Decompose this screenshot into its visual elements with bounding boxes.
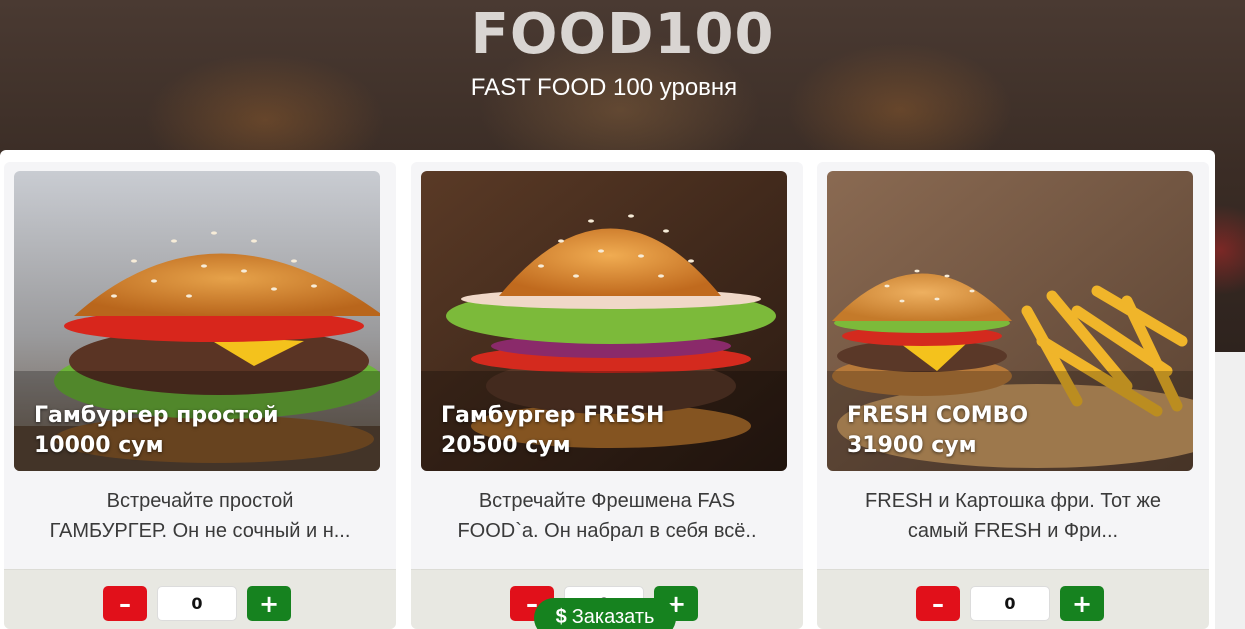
- product-description-3: FRESH и Картошка фри. Тот же самый FRESH…: [865, 490, 1161, 542]
- order-button-label: Заказать: [571, 606, 655, 628]
- product-image-2[interactable]: Гамбургер FRESH 20500 сум: [421, 171, 787, 471]
- decrease-quantity-button[interactable]: –: [103, 586, 147, 621]
- product-image-3[interactable]: FRESH COMBO 31900 сум: [827, 171, 1193, 471]
- decrease-quantity-button[interactable]: –: [916, 586, 960, 621]
- product-image-1[interactable]: Гамбургер простой 10000 сум: [14, 171, 380, 471]
- quantity-controls-1: – 0 +: [4, 569, 396, 629]
- quantity-value: 0: [157, 586, 237, 621]
- product-card-2: Гамбургер FRESH 20500 сум Встречайте Фре…: [411, 162, 803, 629]
- product-description-1: Встречайте простой ГАМБУРГЕР. Он не сочн…: [49, 490, 351, 542]
- product-card-3: FRESH COMBO 31900 сум FRESH и Картошка ф…: [817, 162, 1209, 629]
- product-name-1: Гамбургер простой: [34, 403, 279, 428]
- quantity-value: 0: [970, 586, 1050, 621]
- increase-quantity-button[interactable]: +: [1060, 586, 1104, 621]
- product-name-2: Гамбургер FRESH: [441, 403, 665, 428]
- order-button[interactable]: $ Заказать: [534, 598, 676, 629]
- page-edge: [1215, 352, 1245, 629]
- product-description-2: Встречайте Фрешмена FAS FOOD`а. Он набра…: [457, 490, 757, 542]
- product-price-3: 31900 сум: [847, 433, 977, 458]
- product-name-3: FRESH COMBO: [847, 403, 1029, 428]
- product-card-1: Гамбургер простой 10000 сум Встречайте п…: [4, 162, 396, 629]
- site-logo-title: FOOD100: [470, 2, 775, 67]
- product-price-1: 10000 сум: [34, 433, 164, 458]
- product-price-2: 20500 сум: [441, 433, 571, 458]
- dollar-icon: $: [555, 606, 567, 628]
- quantity-controls-3: – 0 +: [817, 569, 1209, 629]
- increase-quantity-button[interactable]: +: [247, 586, 291, 621]
- site-subtitle: FAST FOOD 100 уровня: [470, 74, 738, 101]
